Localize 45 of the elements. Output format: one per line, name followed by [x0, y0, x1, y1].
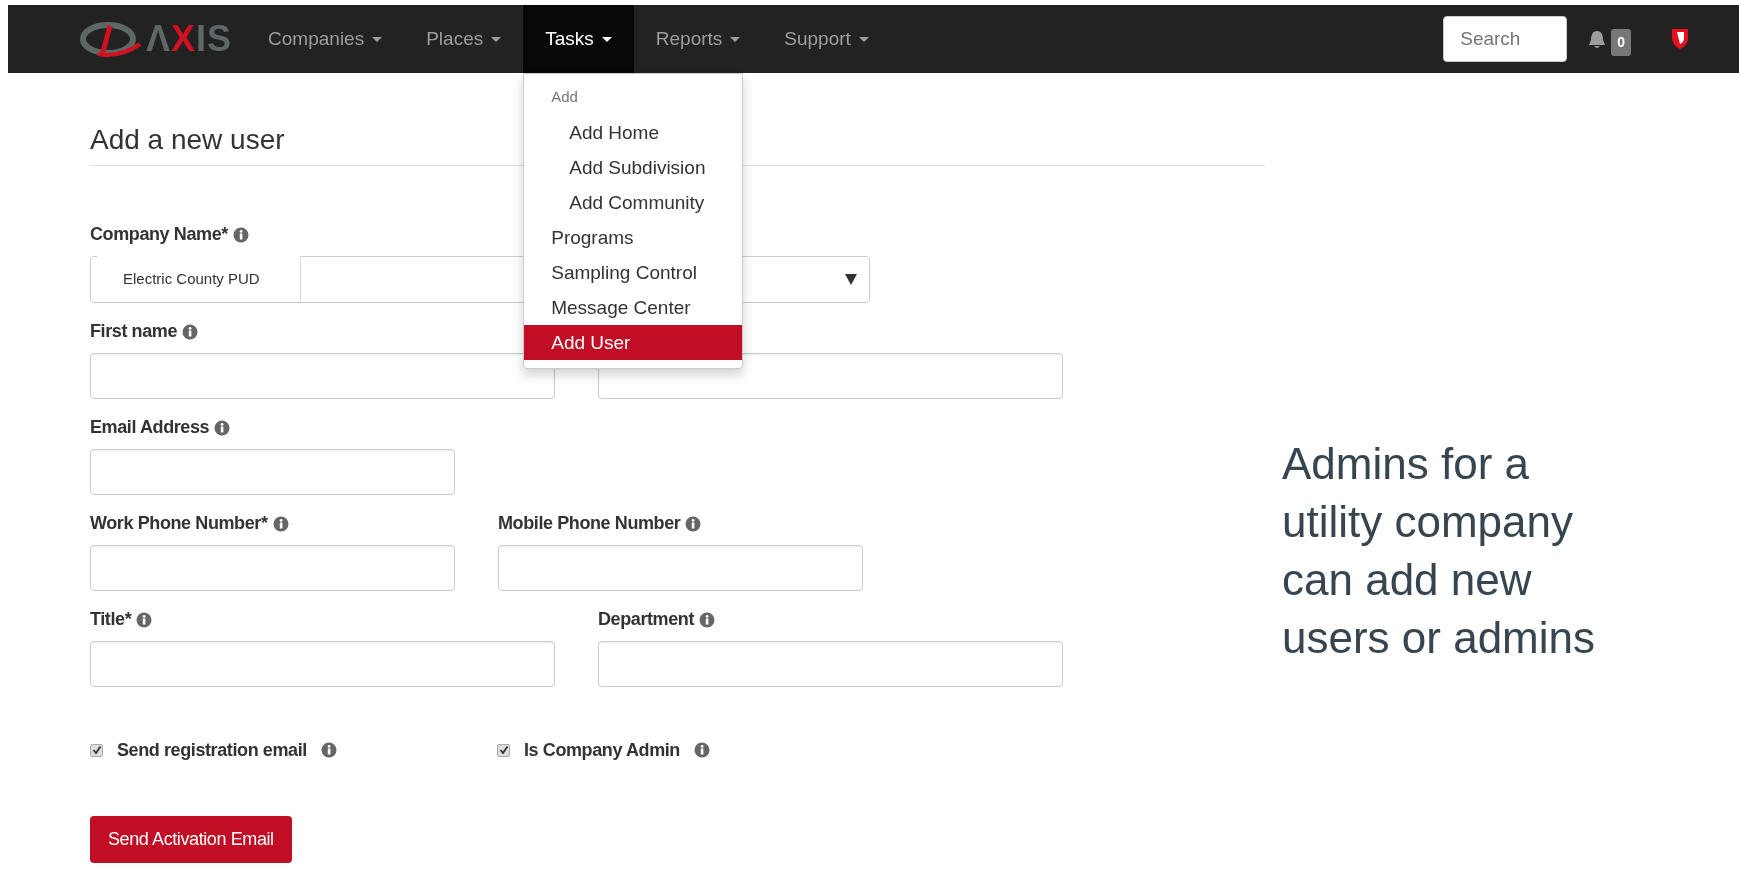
info-icon	[136, 611, 153, 628]
field-label: Company Name*	[90, 223, 228, 247]
field-label: First name	[90, 320, 178, 344]
info-icon	[272, 515, 289, 532]
field-label: Department	[598, 608, 695, 632]
info-icon	[232, 226, 249, 243]
info-icon	[320, 742, 337, 759]
nav-menu[interactable]: Tasks	[523, 5, 634, 73]
menu-item[interactable]: Programs	[524, 219, 743, 255]
nav-menu[interactable]: Companies	[246, 5, 405, 73]
send-activation-button[interactable]: Send Activation Email	[90, 815, 292, 863]
input-field[interactable]	[90, 544, 455, 591]
search-field[interactable]: Search	[1443, 16, 1568, 62]
callout-text: Admins for a utility company can add new users or admins	[1282, 438, 1596, 664]
input-field[interactable]	[598, 640, 1063, 687]
input-field[interactable]	[90, 352, 555, 399]
menu-item[interactable]: Add Subdivision	[524, 149, 743, 185]
checkbox[interactable]	[497, 743, 510, 757]
field-label: Title*	[90, 608, 132, 632]
info-icon	[182, 323, 199, 340]
menu-header: Add	[550, 87, 579, 107]
info-icon	[685, 515, 702, 532]
field-label: Email Address	[90, 416, 210, 440]
shield-icon	[1671, 28, 1689, 50]
menu-item[interactable]: Add Community	[524, 184, 743, 220]
bell-icon	[1587, 28, 1608, 50]
info-icon	[214, 419, 231, 436]
field-label: Mobile Phone Number	[498, 512, 681, 536]
menu-item[interactable]: Add User	[524, 324, 743, 360]
nav-menu[interactable]: Support	[762, 5, 891, 73]
menu-item[interactable]: Sampling Control	[524, 254, 743, 290]
caret-icon	[845, 273, 857, 285]
input-field[interactable]	[90, 640, 555, 687]
input-field[interactable]	[498, 544, 863, 591]
checkbox-label: Is Company Admin	[524, 738, 680, 762]
field-label: Work Phone Number*	[90, 512, 268, 536]
info-icon	[693, 742, 710, 759]
nav-menu[interactable]: Reports	[633, 5, 763, 73]
info-icon	[699, 611, 716, 628]
notification-count: 0	[1611, 28, 1631, 56]
input-field[interactable]	[90, 448, 455, 495]
nav-menu[interactable]: Places	[404, 5, 524, 73]
checkbox[interactable]	[90, 743, 103, 757]
checkbox-label: Send registration email	[117, 738, 307, 762]
menu-item[interactable]: Add Home	[524, 114, 743, 150]
